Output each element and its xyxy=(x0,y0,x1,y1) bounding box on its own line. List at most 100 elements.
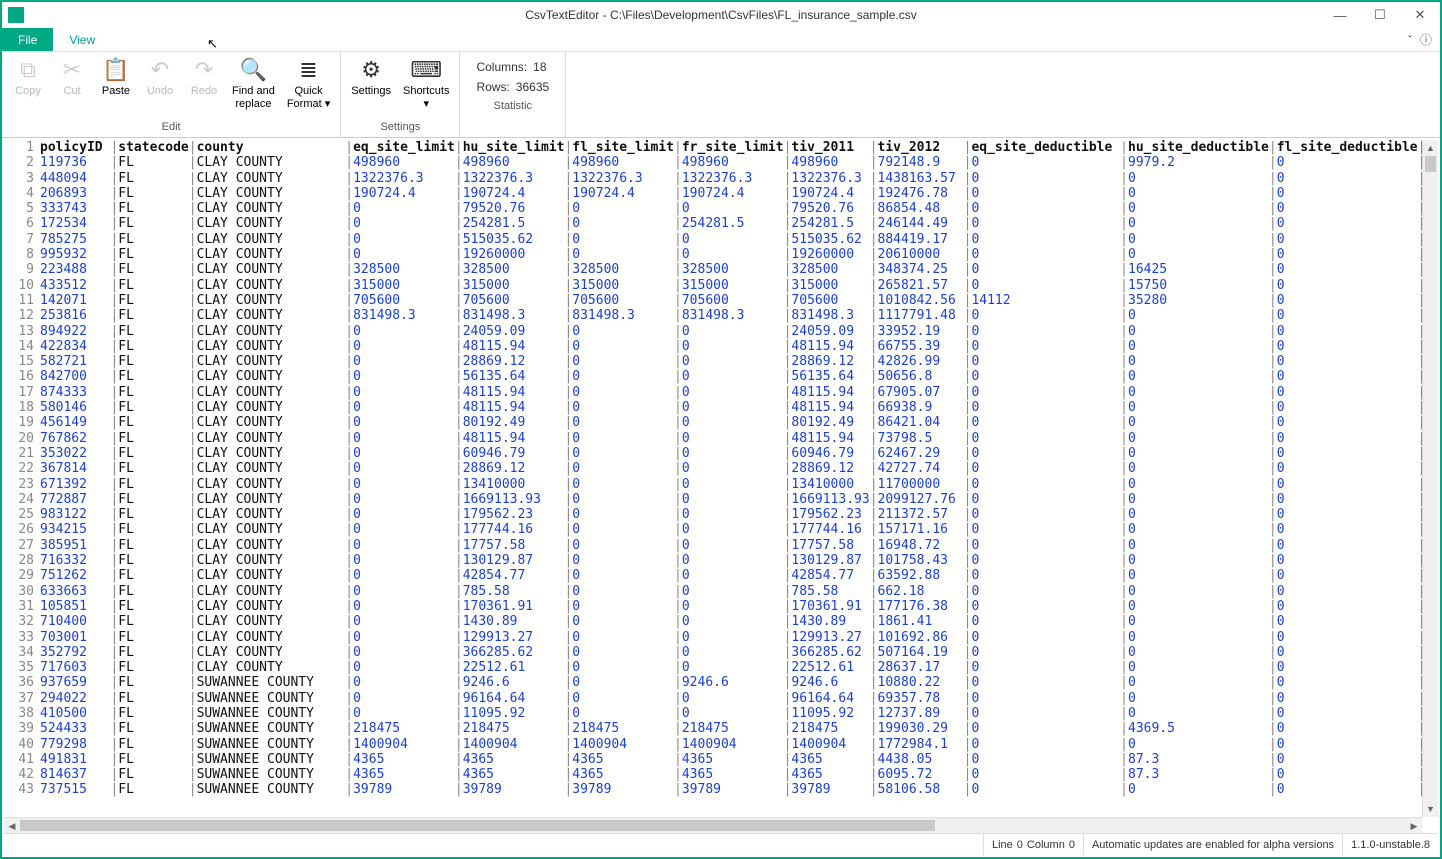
cell: 4369.5 xyxy=(1128,721,1269,736)
cell: 0 xyxy=(1128,415,1269,430)
cell: 0 xyxy=(572,247,674,262)
cell: 0 xyxy=(1277,553,1418,568)
menu-view[interactable]: View xyxy=(53,28,111,51)
ribbon-group-edit: Edit xyxy=(8,121,334,135)
scroll-left-button[interactable]: ◀ xyxy=(4,818,20,833)
paste-button[interactable]: 📋 Paste xyxy=(96,54,136,100)
cell: 254281.5 xyxy=(791,216,869,231)
separator: | xyxy=(1269,691,1277,706)
cell: 0 xyxy=(1277,369,1418,384)
vertical-scrollbar[interactable]: ▲ ▼ xyxy=(1422,140,1438,817)
separator: | xyxy=(189,599,197,614)
line-number: 33 xyxy=(4,630,40,645)
cell: CLAY COUNTY xyxy=(197,522,346,537)
vertical-scrollbar-thumb[interactable] xyxy=(1425,156,1436,172)
close-button[interactable]: ✕ xyxy=(1400,3,1440,27)
horizontal-scrollbar[interactable]: ◀ ▶ xyxy=(4,817,1422,833)
line-number: 26 xyxy=(4,522,40,537)
separator: | xyxy=(870,201,878,216)
separator: | xyxy=(345,186,353,201)
cell: 456149 xyxy=(40,415,110,430)
separator: | xyxy=(1269,675,1277,690)
line-number: 4 xyxy=(4,186,40,201)
cell: 0 xyxy=(971,171,1120,186)
cell: 19260000 xyxy=(463,247,565,262)
cell: 0 xyxy=(572,660,674,675)
separator: | xyxy=(1269,568,1277,583)
cell: 934215 xyxy=(40,522,110,537)
minimize-button[interactable]: — xyxy=(1320,3,1360,27)
table-row: 11142071 |FL |CLAY COUNTY |705600 |70560… xyxy=(4,293,1438,308)
separator: | xyxy=(674,767,682,782)
cell: SUWANNEE COUNTY xyxy=(197,706,346,721)
cell: 0 xyxy=(971,691,1120,706)
help-icon[interactable]: ⓘ xyxy=(1420,31,1432,48)
cell: 246144.49 xyxy=(878,216,964,231)
cell: FL xyxy=(118,507,188,522)
settings-button[interactable]: ⚙ Settings xyxy=(347,54,395,100)
cell: 0 xyxy=(682,354,784,369)
cell: FL xyxy=(118,308,188,323)
cell: 0 xyxy=(682,691,784,706)
csv-editor[interactable]: 1policyID |statecode|county |eq_site_lim… xyxy=(4,140,1438,817)
separator: | xyxy=(674,216,682,231)
scroll-down-button[interactable]: ▼ xyxy=(1423,801,1438,817)
separator: | xyxy=(674,584,682,599)
quick-format-button[interactable]: ≣ QuickFormat ▾ xyxy=(283,54,334,113)
cell: 4365 xyxy=(572,752,674,767)
separator: | xyxy=(870,293,878,308)
cell: 422834 xyxy=(40,339,110,354)
scroll-up-button[interactable]: ▲ xyxy=(1423,140,1438,156)
cell: 48115.94 xyxy=(791,431,869,446)
horizontal-scrollbar-thumb[interactable] xyxy=(20,820,935,831)
cell: 366285.62 xyxy=(463,645,565,660)
separator: | xyxy=(674,155,682,170)
menu-file[interactable]: File xyxy=(2,28,53,51)
cell: 0 xyxy=(353,461,455,476)
cell: 842700 xyxy=(40,369,110,384)
table-row: 31105851 |FL |CLAY COUNTY |0 |170361.91 … xyxy=(4,599,1438,614)
cell: 42854.77 xyxy=(463,568,565,583)
redo-button[interactable]: ↷ Redo xyxy=(184,54,224,100)
cell: 192476.78 xyxy=(878,186,964,201)
separator: | xyxy=(455,538,463,553)
cell: 0 xyxy=(971,201,1120,216)
separator: | xyxy=(189,216,197,231)
cell: 983122 xyxy=(40,507,110,522)
line-number: 5 xyxy=(4,201,40,216)
table-row: 41491831 |FL |SUWANNEE COUNTY |4365 |436… xyxy=(4,752,1438,767)
separator: | xyxy=(1269,461,1277,476)
cell: 0 xyxy=(353,691,455,706)
scroll-right-button[interactable]: ▶ xyxy=(1406,818,1422,833)
copy-button[interactable]: ⧉ Copy xyxy=(8,54,48,100)
cell: CLAY COUNTY xyxy=(197,584,346,599)
separator: | xyxy=(189,630,197,645)
undo-button[interactable]: ↶ Undo xyxy=(140,54,180,100)
cell: 0 xyxy=(1128,216,1269,231)
cell: 0 xyxy=(353,247,455,262)
cell: 101692.86 xyxy=(878,630,964,645)
maximize-button[interactable]: ☐ xyxy=(1360,3,1400,27)
shortcuts-button[interactable]: ⌨ Shortcuts▾ xyxy=(399,54,453,113)
cell: 0 xyxy=(353,354,455,369)
separator: | xyxy=(345,522,353,537)
cell: CLAY COUNTY xyxy=(197,247,346,262)
separator: | xyxy=(1120,737,1128,752)
table-row: 35717603 |FL |CLAY COUNTY |0 |22512.61 |… xyxy=(4,660,1438,675)
cell: 0 xyxy=(353,584,455,599)
line-number: 14 xyxy=(4,339,40,354)
separator: | xyxy=(1269,201,1277,216)
cell: 0 xyxy=(971,630,1120,645)
collapse-ribbon-icon[interactable]: ˇ xyxy=(1408,33,1412,47)
separator: | xyxy=(455,614,463,629)
cut-button[interactable]: ✂ Cut xyxy=(52,54,92,100)
undo-icon: ↶ xyxy=(151,56,169,84)
separator: | xyxy=(1269,737,1277,752)
separator: | xyxy=(1269,752,1277,767)
separator: | xyxy=(870,492,878,507)
line-number: 2 xyxy=(4,155,40,170)
separator: | xyxy=(674,706,682,721)
table-row: 34352792 |FL |CLAY COUNTY |0 |366285.62 … xyxy=(4,645,1438,660)
find-replace-button[interactable]: 🔍 Find andreplace xyxy=(228,54,279,113)
cell: CLAY COUNTY xyxy=(197,660,346,675)
